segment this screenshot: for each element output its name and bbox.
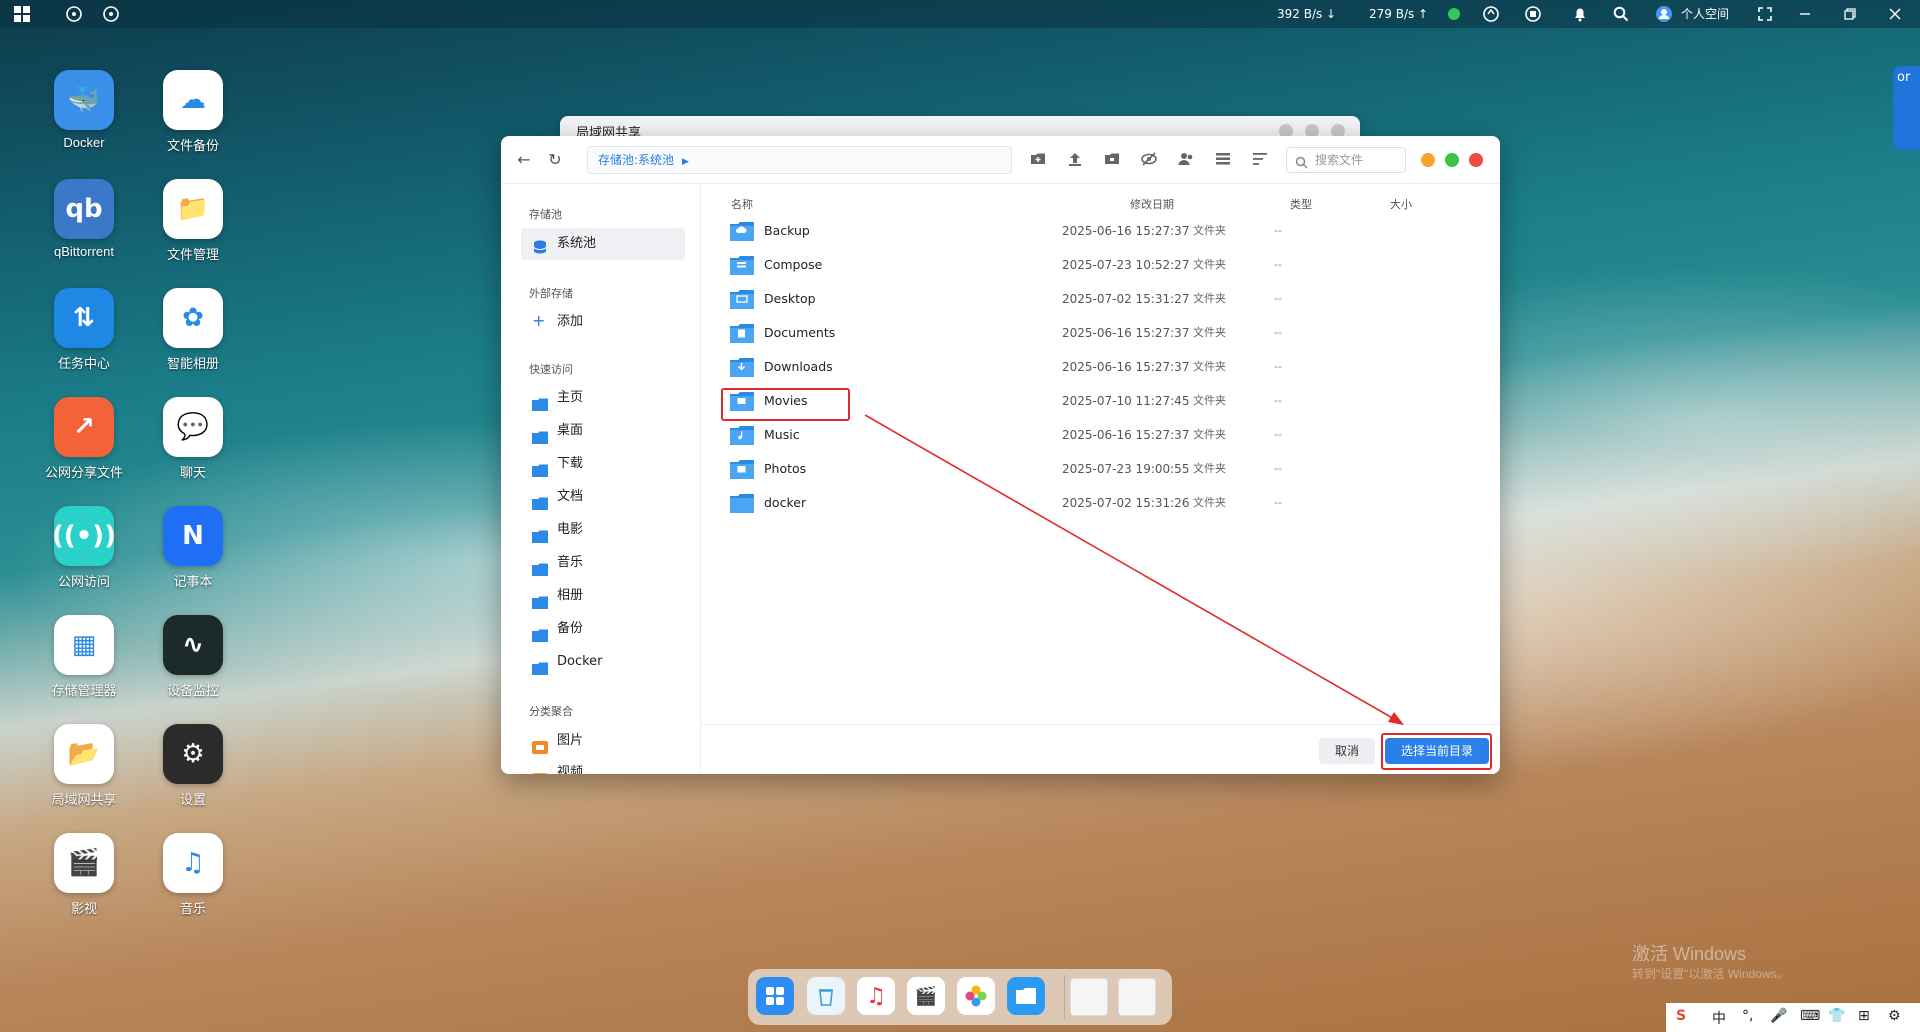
toolbox-icon[interactable]: ⊞	[1858, 1008, 1870, 1024]
activation-watermark-title: 激活 Windows	[1632, 944, 1747, 964]
ime-mode[interactable]: 中	[1712, 1008, 1726, 1028]
dock-photos-icon[interactable]	[957, 977, 995, 1015]
skin-icon[interactable]: 👕	[1828, 1008, 1845, 1024]
dock-window-thumbnail[interactable]	[1070, 978, 1108, 1016]
dock: ♫ 🎬	[748, 969, 1172, 1025]
keyboard-icon[interactable]: ⌨	[1800, 1008, 1820, 1024]
dock-recycle-bin-icon[interactable]	[807, 977, 845, 1015]
settings-icon[interactable]: ⚙	[1888, 1008, 1901, 1024]
ime-tray: S 中 °, 🎤 ⌨ 👕 ⊞ ⚙	[1666, 1003, 1920, 1032]
dock-video-icon[interactable]: 🎬	[907, 977, 945, 1015]
activation-watermark-subtitle: 转到"设置"以激活 Windows。	[1632, 967, 1789, 981]
dock-separator	[1064, 975, 1065, 1019]
punctuation-icon[interactable]: °,	[1742, 1008, 1753, 1024]
sogou-icon[interactable]: S	[1676, 1008, 1686, 1024]
dock-files-icon[interactable]	[1007, 977, 1045, 1015]
microphone-icon[interactable]: 🎤	[1770, 1008, 1787, 1024]
dock-window-thumbnail[interactable]	[1118, 978, 1156, 1016]
annotation-arrow	[864, 414, 1404, 725]
dock-start-icon[interactable]	[756, 977, 794, 1015]
dock-music-icon[interactable]: ♫	[857, 977, 895, 1015]
